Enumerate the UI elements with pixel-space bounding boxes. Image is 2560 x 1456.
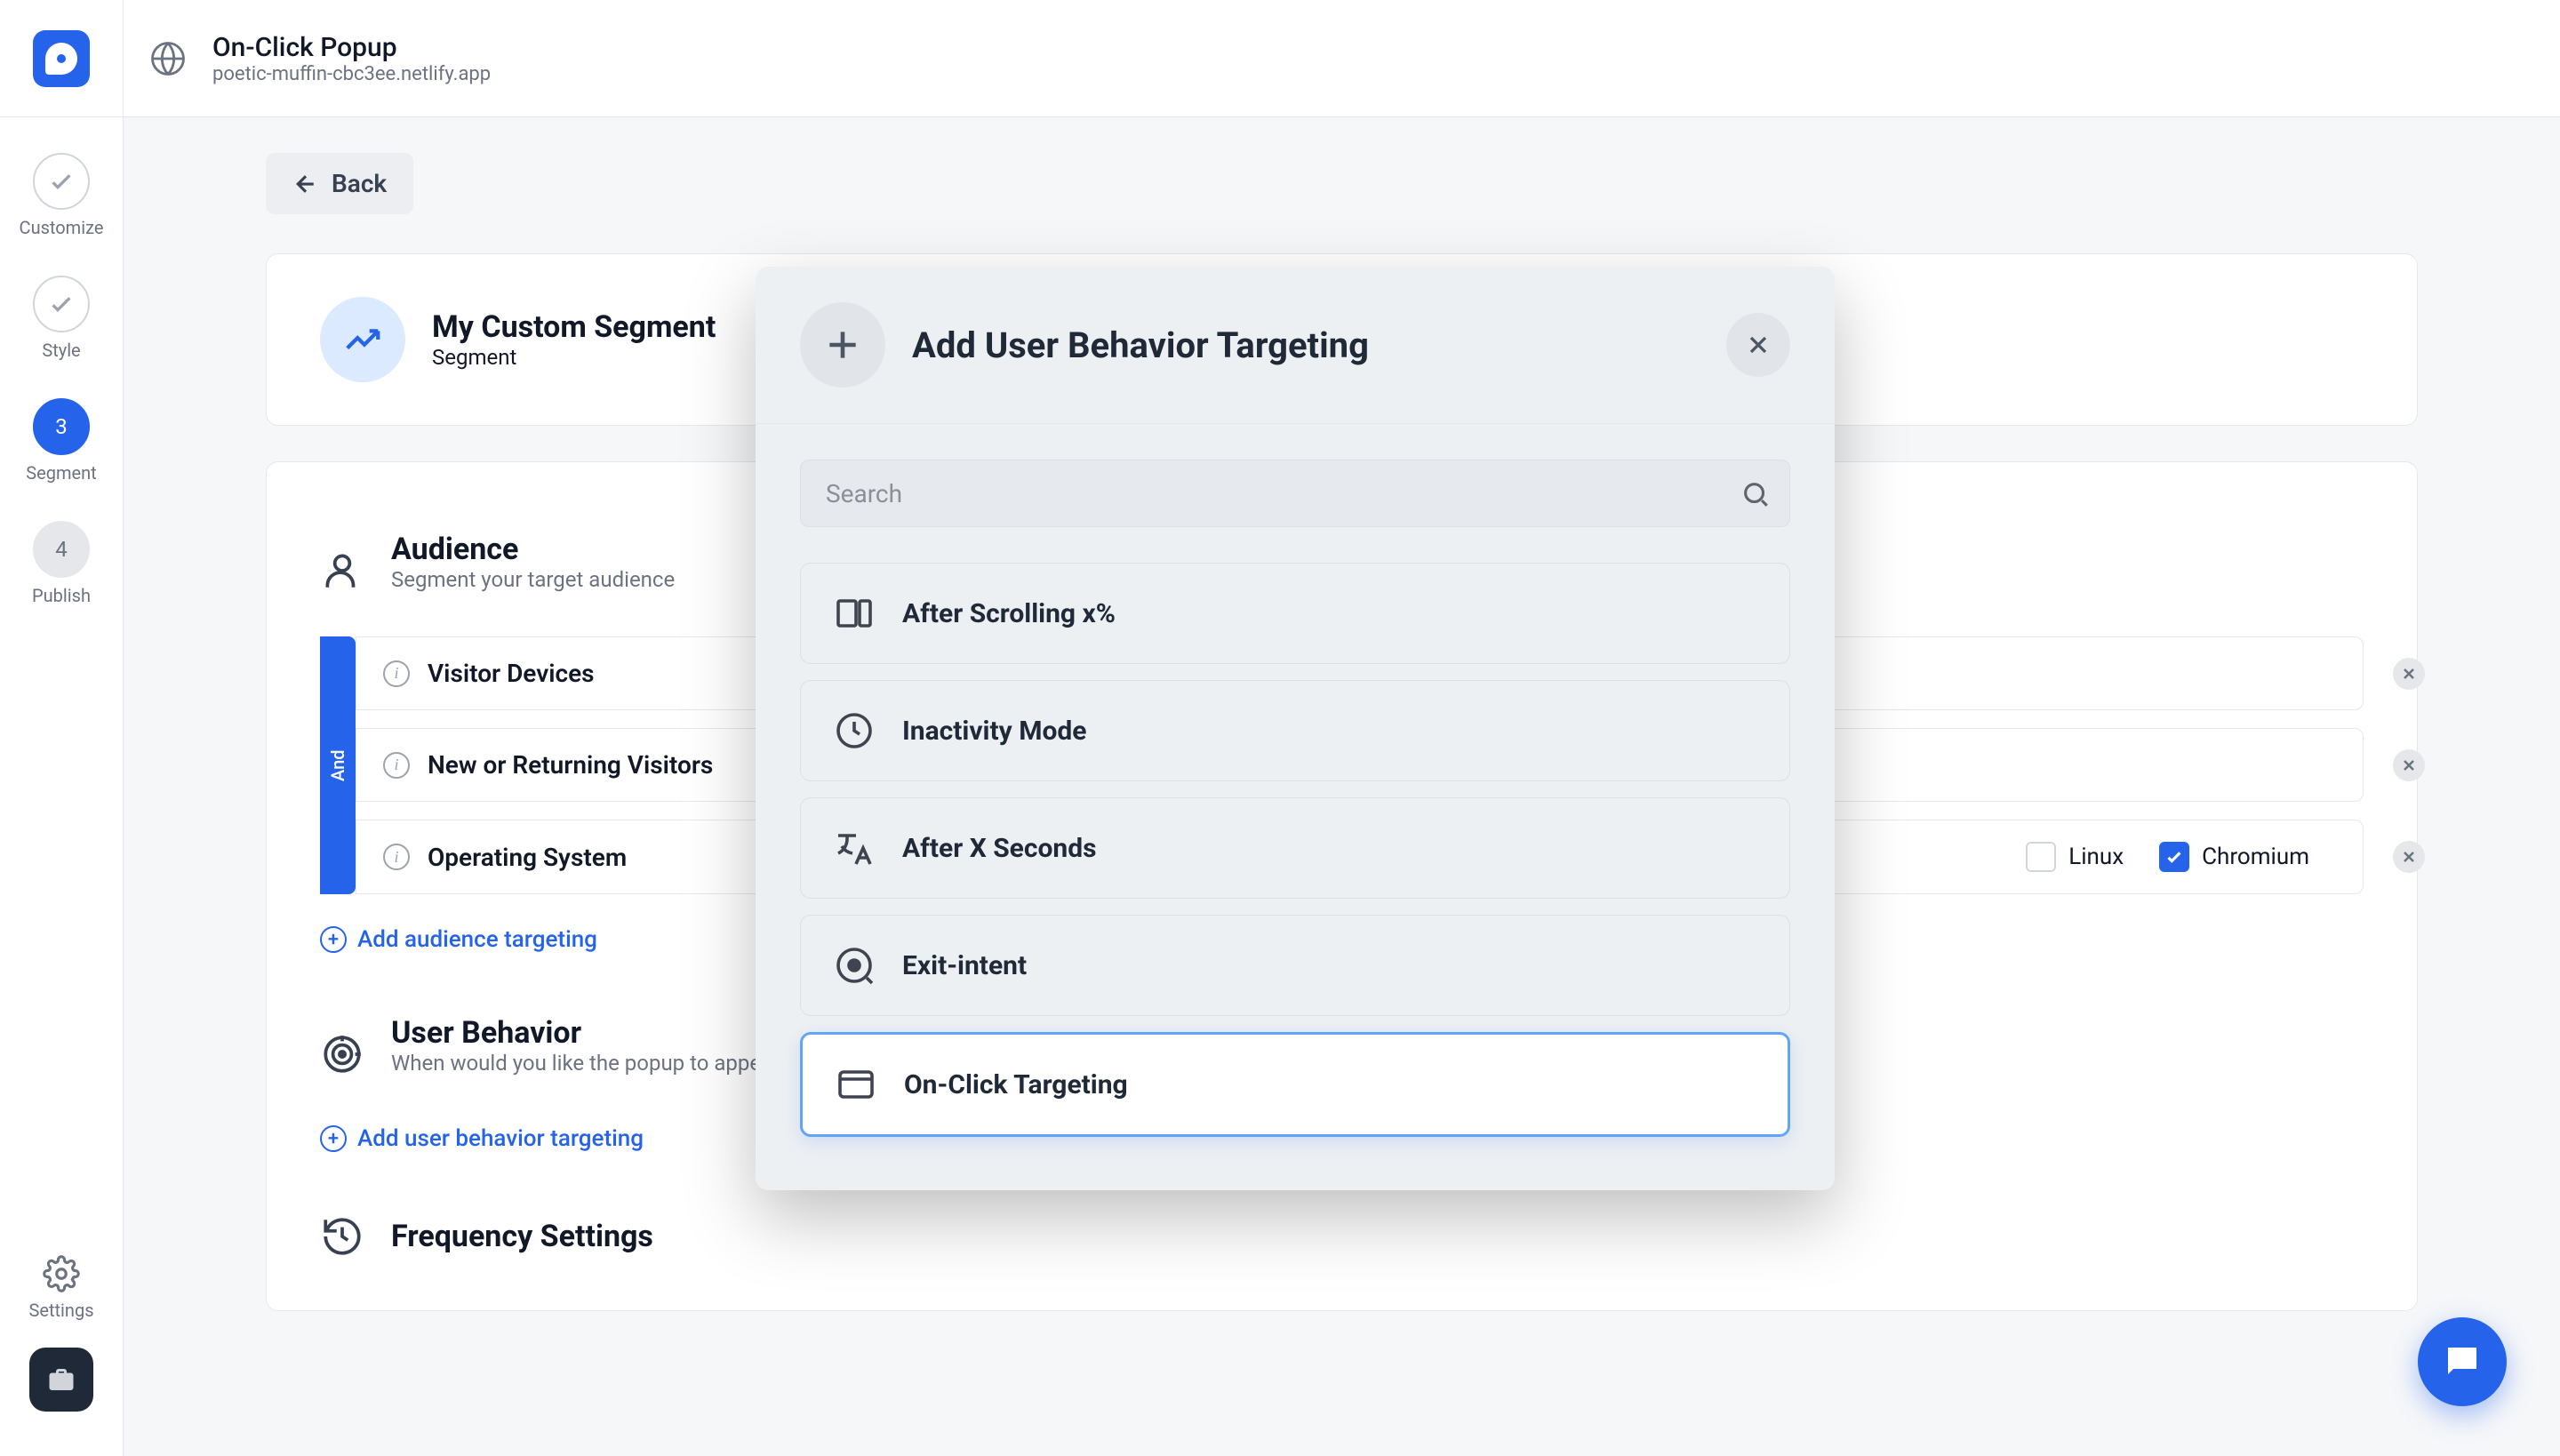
option-after-x-seconds[interactable]: After X Seconds (800, 797, 1790, 899)
checkbox-chromium[interactable]: Chromium (2159, 842, 2309, 872)
sidebar-label: Settings (28, 1300, 93, 1321)
page-subtitle: poetic-muffin-cbc3ee.netlify.app (212, 63, 491, 85)
sidebar-step-style[interactable]: Style (33, 276, 90, 361)
close-icon (2400, 665, 2418, 683)
section-title: User Behavior (391, 1015, 790, 1051)
check-icon (47, 167, 76, 196)
modal-title: Add User Behavior Targeting (912, 324, 1369, 366)
option-after-scrolling[interactable]: After Scrolling x% (800, 563, 1790, 664)
search-icon (1740, 479, 1771, 509)
section-title: Audience (391, 532, 675, 567)
arrow-left-icon (292, 171, 319, 197)
sidebar-label: Publish (32, 585, 91, 606)
remove-rule-button[interactable] (2393, 658, 2425, 690)
step-number: 3 (33, 398, 90, 455)
option-inactivity[interactable]: Inactivity Mode (800, 680, 1790, 781)
sidebar-label: Style (42, 340, 80, 361)
app-logo[interactable] (0, 0, 124, 117)
add-behavior-modal: Add User Behavior Targeting After Scroll… (756, 267, 1835, 1190)
option-label: On-Click Targeting (904, 1069, 1128, 1100)
segment-title: My Custom Segment (432, 309, 716, 345)
check-icon (2164, 847, 2184, 867)
option-on-click-targeting[interactable]: On-Click Targeting (800, 1032, 1790, 1137)
briefcase-button[interactable] (29, 1348, 93, 1412)
info-icon: i (383, 844, 410, 870)
globe-icon (124, 40, 212, 77)
rule-label: New or Returning Visitors (428, 750, 765, 780)
link-label: Add audience targeting (357, 926, 597, 953)
remove-rule-button[interactable] (2393, 841, 2425, 873)
modal-close-button[interactable] (1726, 313, 1790, 377)
option-label: Exit-intent (902, 950, 1027, 981)
info-icon: i (383, 752, 410, 779)
segment-subtitle: Segment (432, 345, 716, 370)
translate-icon (833, 827, 876, 869)
back-label: Back (332, 169, 387, 198)
logic-and-bar: And (320, 636, 356, 894)
check-icon (47, 290, 76, 318)
close-icon (2400, 848, 2418, 866)
trend-icon (320, 297, 405, 382)
sidebar-settings[interactable]: Settings (28, 1255, 93, 1321)
option-label: Inactivity Mode (902, 716, 1087, 747)
link-label: Add user behavior targeting (357, 1125, 644, 1152)
target-icon (320, 1032, 364, 1076)
section-subtitle: Segment your target audience (391, 567, 675, 592)
checkbox-label: Chromium (2202, 844, 2309, 870)
info-icon: i (383, 660, 410, 687)
back-button[interactable]: Back (266, 153, 413, 214)
modal-search-input[interactable] (800, 460, 1790, 527)
sidebar-label: Customize (20, 217, 104, 238)
plus-icon (800, 302, 885, 388)
tab-icon (835, 1063, 877, 1106)
sidebar-step-customize[interactable]: Customize (20, 153, 104, 238)
briefcase-icon (45, 1364, 77, 1396)
close-icon (2400, 756, 2418, 774)
rule-label: Operating System (428, 843, 765, 872)
sidebar-label: Segment (26, 462, 96, 484)
section-subtitle: When would you like the popup to appear? (391, 1051, 790, 1076)
close-icon (1744, 331, 1772, 359)
scroll-icon (833, 592, 876, 635)
remove-rule-button[interactable] (2393, 749, 2425, 781)
option-label: After Scrolling x% (902, 598, 1116, 629)
rule-label: Visitor Devices (428, 659, 765, 688)
checkbox-linux[interactable]: Linux (2026, 842, 2124, 872)
page-title: On-Click Popup (212, 32, 491, 63)
audience-icon (320, 548, 364, 593)
chat-fab[interactable] (2418, 1317, 2507, 1406)
plus-icon: + (320, 1125, 347, 1152)
option-exit-intent[interactable]: Exit-intent (800, 915, 1790, 1016)
clock-icon (833, 709, 876, 752)
section-title: Frequency Settings (391, 1219, 653, 1254)
option-label: After X Seconds (902, 833, 1097, 864)
checkbox-label: Linux (2068, 844, 2124, 870)
sidebar-step-segment[interactable]: 3 Segment (26, 398, 96, 484)
exit-icon (833, 944, 876, 987)
chat-icon (2441, 1340, 2484, 1383)
step-number: 4 (33, 521, 90, 578)
sidebar-step-publish[interactable]: 4 Publish (32, 521, 91, 606)
plus-icon: + (320, 926, 347, 953)
history-icon (320, 1214, 364, 1259)
gear-icon (43, 1255, 80, 1292)
